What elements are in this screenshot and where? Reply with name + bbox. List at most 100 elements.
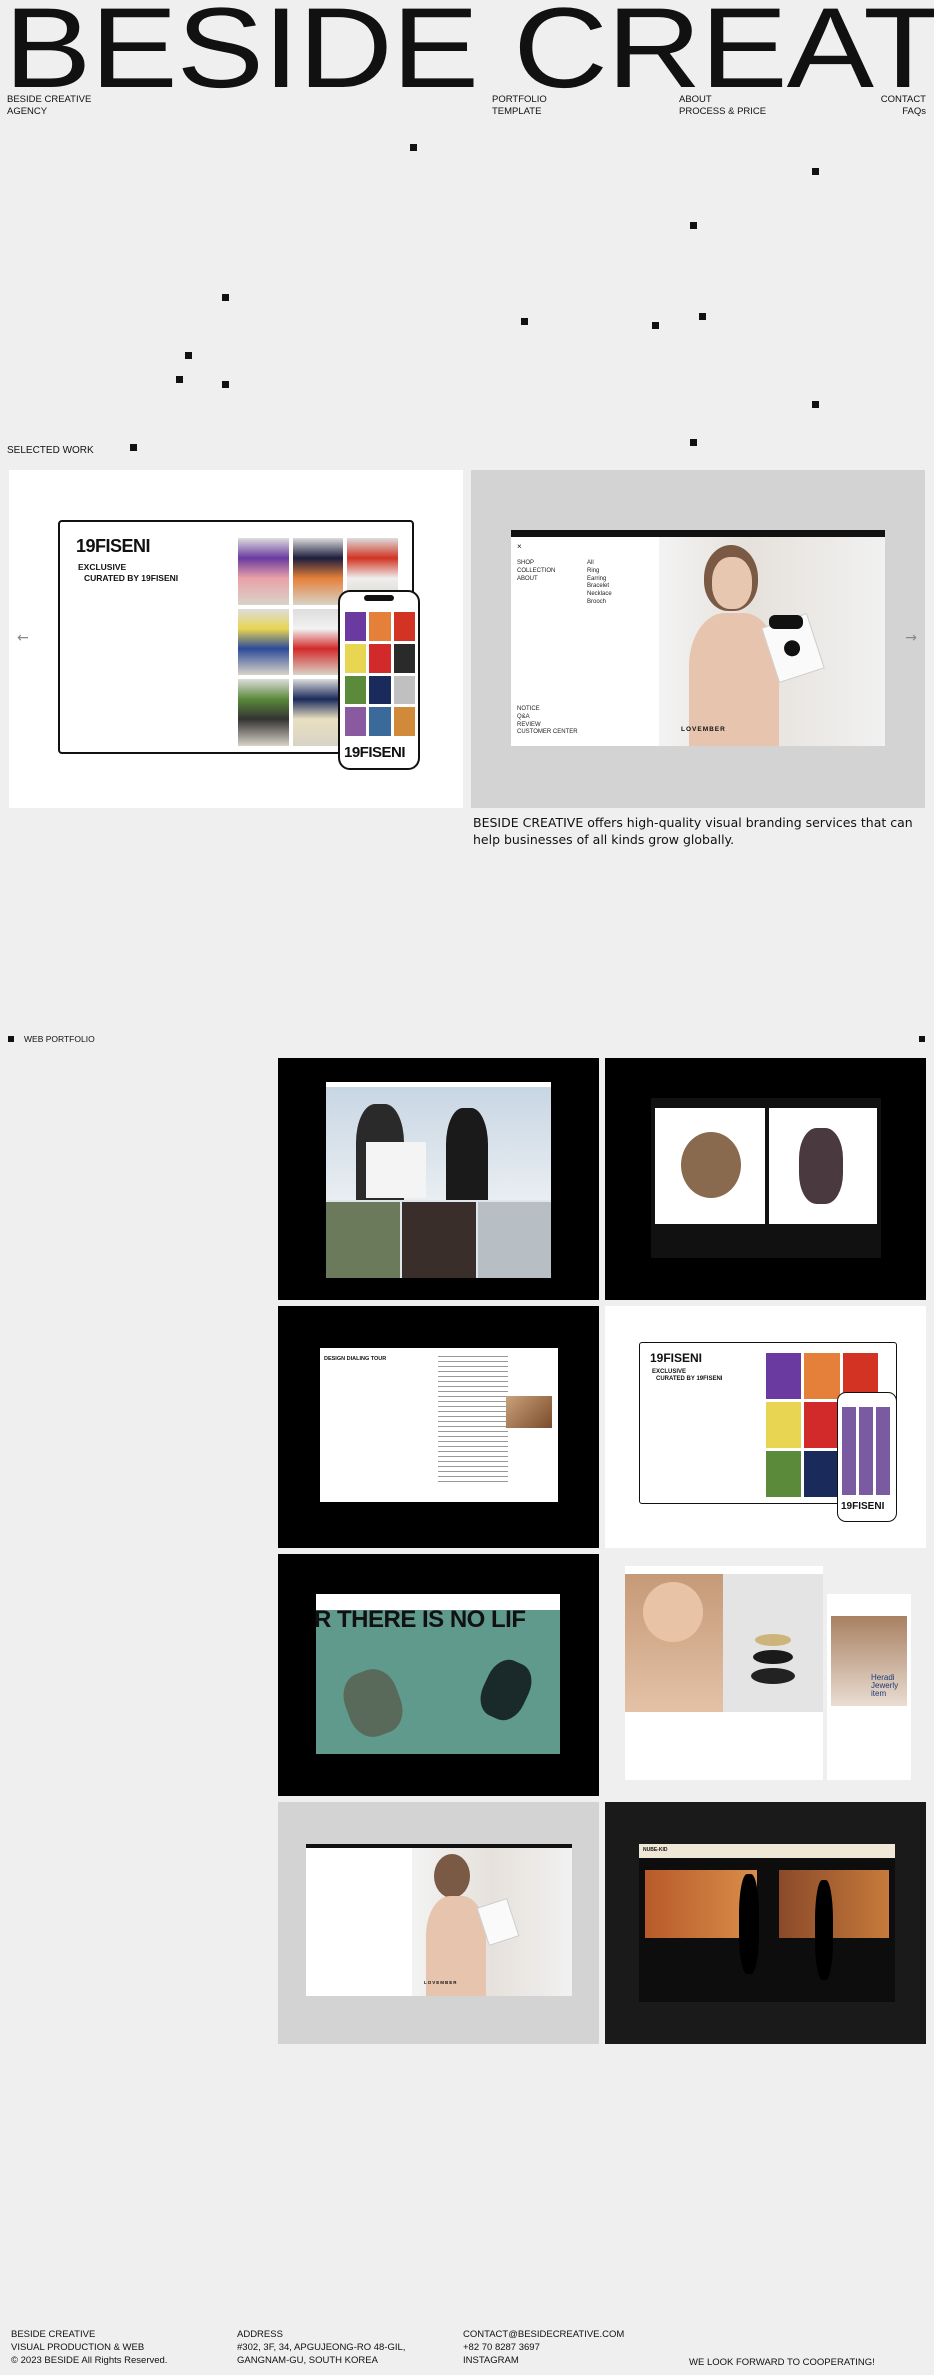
- arrow-right-icon[interactable]: →: [905, 630, 917, 646]
- nav-contact-link[interactable]: CONTACT: [881, 94, 926, 106]
- arrow-left-icon[interactable]: ←: [17, 630, 29, 646]
- nav-contact-group: CONTACT FAQs: [881, 94, 926, 118]
- portfolio-tile-5[interactable]: R THERE IS NO LIF: [278, 1554, 599, 1796]
- decor-square: [521, 318, 528, 325]
- tile4-line2: CURATED BY 19FISENI: [656, 1376, 723, 1382]
- phone-grid: [345, 612, 415, 736]
- tile4-line1: EXCLUSIVE: [652, 1369, 687, 1375]
- tile5-screen: R THERE IS NO LIF: [314, 1594, 560, 1754]
- tile5-banner: R THERE IS NO LIF: [314, 1606, 526, 1633]
- tile3-title: DESIGN DIALING TOUR: [324, 1356, 387, 1362]
- decor-square: [812, 168, 819, 175]
- portfolio-tile-1[interactable]: [278, 1058, 599, 1300]
- tile1-screen: [326, 1082, 551, 1278]
- menu-item: SHOP: [517, 560, 535, 566]
- bow-prop: [769, 615, 803, 629]
- decor-square: [185, 352, 192, 359]
- browser-topbar: [511, 530, 885, 537]
- work-slide-19fiseni[interactable]: ← 19FISENI EXCLUSIVE CURATED BY 19FISENI…: [9, 470, 463, 808]
- menu-item: ABOUT: [517, 575, 538, 582]
- footer-closing-text: WE LOOK FORWARD TO COOPERATING!: [689, 2357, 875, 2368]
- tile4-phone-logo: 19FISENI: [841, 1501, 885, 1512]
- agency-line-1: BESIDE CREATIVE: [7, 94, 92, 105]
- portfolio-tile-8[interactable]: NUBE-KID: [605, 1802, 926, 2044]
- decor-square: [812, 401, 819, 408]
- footer-email-link[interactable]: CONTACT@BESIDECREATIVE.COM: [463, 2329, 624, 2342]
- footer-address-line2: GANGNAM-GU, SOUTH KOREA: [237, 2354, 378, 2366]
- tile2-screen: [651, 1098, 881, 1258]
- decor-square: [130, 444, 137, 451]
- decor-square: [176, 376, 183, 383]
- web-portfolio-label: WEB PORTFOLIO: [24, 1034, 95, 1044]
- footer-company-desc: VISUAL PRODUCTION & WEB: [11, 2341, 145, 2353]
- nav-agency[interactable]: BESIDE CREATIVE AGENCY: [7, 94, 91, 118]
- decor-square: [410, 144, 417, 151]
- footer-address-label: ADDRESS: [237, 2329, 283, 2340]
- footer-menu-item: NOTICE: [517, 706, 540, 712]
- slide1-logo: 19FISENI: [76, 536, 151, 556]
- decor-square: [222, 381, 229, 388]
- work-slide-lovember[interactable]: → × SHOP COLLECTION ABOUT All Ring Earri…: [471, 470, 925, 808]
- decor-square: [919, 1036, 925, 1042]
- browser-mockup: × SHOP COLLECTION ABOUT All Ring Earring…: [511, 530, 885, 746]
- slide1-line1: EXCLUSIVE: [78, 562, 127, 572]
- submenu-item: Brooch: [587, 598, 607, 605]
- decor-square: [652, 322, 659, 329]
- slide2-menu: SHOP COLLECTION ABOUT: [517, 560, 555, 583]
- tile7-screen: LOVEMBER: [306, 1844, 572, 1996]
- decor-square: [8, 1036, 14, 1042]
- portfolio-tile-6[interactable]: Heradi Jewerly item: [605, 1554, 926, 1796]
- phone-logo: 19FISENI: [344, 744, 406, 761]
- footer-closing: WE LOOK FORWARD TO COOPERATING!: [689, 2357, 875, 2370]
- footer-contact: CONTACT@BESIDECREATIVE.COM +82 70 8287 3…: [463, 2329, 624, 2367]
- tile8-brand: NUBE-KID: [643, 1847, 668, 1853]
- submenu-item: Necklace: [587, 591, 612, 598]
- product-thumb: [292, 679, 344, 746]
- nav-about-group: ABOUT PROCESS & PRICE: [679, 94, 766, 118]
- lovember-logo: LOVEMBER: [681, 726, 726, 733]
- tile4-logo: 19FISENI: [650, 1351, 703, 1365]
- footer-menu-item: CUSTOMER CENTER: [517, 729, 578, 736]
- portfolio-tile-3[interactable]: DESIGN DIALING TOUR: [278, 1306, 599, 1548]
- submenu-item: Earring: [587, 575, 607, 582]
- nav-portfolio-link[interactable]: PORTFOLIO: [492, 94, 547, 106]
- product-thumb: [292, 538, 344, 605]
- menu-item: COLLECTION: [517, 567, 556, 574]
- nav-faqs-link[interactable]: FAQs: [881, 106, 926, 118]
- footer-menu-item: Q&A: [517, 713, 530, 720]
- agency-line-2: AGENCY: [7, 105, 48, 117]
- phone-notch: [364, 595, 394, 601]
- decor-square: [699, 313, 706, 320]
- product-thumb: [238, 538, 289, 605]
- model-face: [712, 557, 752, 609]
- footer-address: ADDRESS #302, 3F, 34, APGUJEONG-RO 48-GI…: [237, 2329, 405, 2367]
- tile8-screen: NUBE-KID: [639, 1844, 895, 2002]
- submenu-item: Ring: [587, 567, 600, 574]
- footer-company-name: BESIDE CREATIVE: [11, 2329, 96, 2340]
- footer-instagram-link[interactable]: INSTAGRAM: [463, 2355, 624, 2368]
- decor-square: [222, 294, 229, 301]
- tile3-text-lines: [438, 1356, 508, 1486]
- nav-about-link[interactable]: ABOUT: [679, 94, 766, 106]
- slide2-footer-menu: NOTICE Q&A REVIEW CUSTOMER CENTER: [517, 706, 578, 737]
- portfolio-tile-2[interactable]: [605, 1058, 926, 1300]
- portfolio-tile-4[interactable]: 19FISENI EXCLUSIVE CURATED BY 19FISENI 1…: [605, 1306, 926, 1548]
- decor-square: [690, 439, 697, 446]
- nav-portfolio-group: PORTFOLIO TEMPLATE: [492, 94, 547, 118]
- slide2-submenu: All Ring Earring Bracelet Necklace Brooc…: [587, 560, 612, 607]
- product-thumb: [238, 679, 289, 746]
- nav-template-link[interactable]: TEMPLATE: [492, 106, 547, 118]
- tile3-screen: DESIGN DIALING TOUR: [320, 1348, 558, 1502]
- footer-phone: +82 70 8287 3697: [463, 2341, 540, 2353]
- portfolio-tile-7[interactable]: LOVEMBER: [278, 1802, 599, 2044]
- phone-mockup: 19FISENI: [338, 590, 420, 770]
- product-thumb: [292, 608, 344, 676]
- nav-process-link[interactable]: PROCESS & PRICE: [679, 106, 766, 118]
- tile6-phone-screen: Heradi Jewerly item: [827, 1594, 911, 1780]
- brand-title[interactable]: BESIDE CREATIVE: [4, 0, 934, 111]
- submenu-item: Bracelet: [587, 583, 610, 590]
- selected-work-label: SELECTED WORK: [7, 445, 94, 456]
- tile7-brand: LOVEMBER: [424, 1980, 458, 1985]
- footer-address-line1: #302, 3F, 34, APGUJEONG-RO 48-GIL,: [237, 2341, 406, 2353]
- tile4-phone: 19FISENI: [837, 1392, 897, 1522]
